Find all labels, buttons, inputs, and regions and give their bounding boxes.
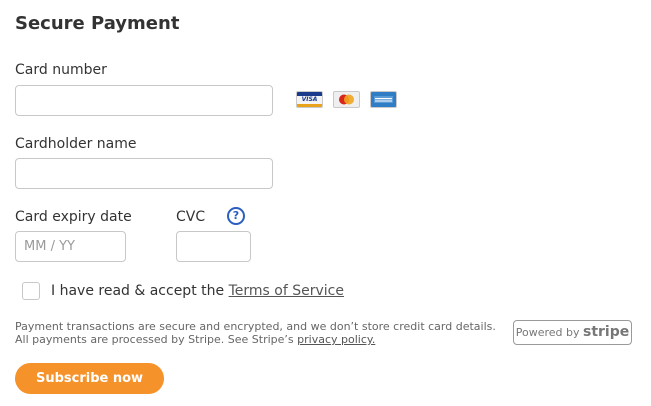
cardholder-name-input[interactable] [15,158,273,189]
page-title: Secure Payment [15,13,180,34]
mastercard-card-icon [333,91,360,108]
stripe-badge-prefix: Powered by [515,326,580,339]
card-expiry-label: Card expiry date [15,209,132,225]
payment-notice: Payment transactions are secure and encr… [15,320,496,346]
notice-line-2-text: All payments are processed by Stripe. Se… [15,333,294,346]
card-expiry-input[interactable] [15,231,126,262]
terms-checkbox[interactable] [22,282,40,300]
terms-text: I have read & accept the [51,283,225,299]
cardholder-name-label: Cardholder name [15,136,137,152]
privacy-policy-link[interactable]: privacy policy. [297,333,375,346]
amex-card-icon [370,91,397,108]
visa-card-icon: VISA [296,91,323,108]
notice-line-1: Payment transactions are secure and encr… [15,320,496,333]
card-number-label: Card number [15,62,107,78]
card-number-input[interactable] [15,85,273,116]
powered-by-stripe-badge[interactable]: Powered by stripe [513,320,632,345]
cvc-input[interactable] [176,231,251,262]
terms-row: I have read & accept the Terms of Servic… [51,283,344,299]
question-circle-icon[interactable]: ? [227,207,245,225]
notice-line-2: All payments are processed by Stripe. Se… [15,333,496,346]
terms-of-service-link[interactable]: Terms of Service [229,283,344,299]
cvc-label: CVC [176,209,206,225]
stripe-logo: stripe [583,324,630,340]
subscribe-button[interactable]: Subscribe now [15,363,164,394]
